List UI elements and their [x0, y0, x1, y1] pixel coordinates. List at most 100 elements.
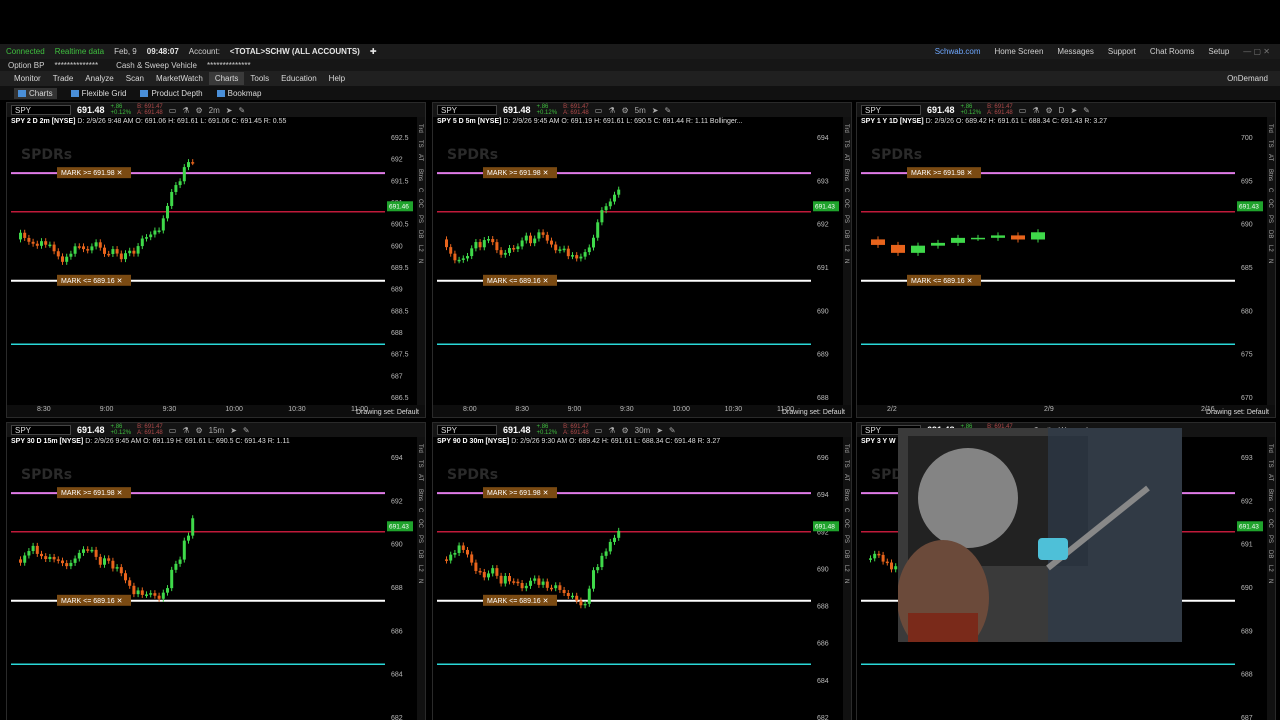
cursor-icon[interactable]: ➤ [230, 426, 237, 435]
side-button[interactable]: TS [843, 140, 849, 148]
price-alert-badge[interactable]: MARK <= 689.16 ✕ [57, 274, 131, 286]
side-button[interactable]: Trd [417, 124, 423, 133]
side-button[interactable]: TS [417, 460, 423, 468]
aggregation-selector[interactable]: D [1059, 106, 1065, 115]
price-plot[interactable]: 694 692 690 688 686 684 682 SPDRs MARK >= 691.98… [11, 449, 425, 720]
price-alert-badge[interactable]: MARK >= 691.98 ✕ [57, 167, 131, 179]
menu-tools[interactable]: Tools [244, 72, 275, 85]
side-button[interactable]: C [417, 508, 423, 512]
drawing-icon[interactable]: ✎ [1083, 106, 1090, 115]
symbol-input[interactable]: SPY [437, 105, 497, 115]
chart-type-icon[interactable]: ▭ [595, 106, 603, 115]
link-setup[interactable]: Setup [1208, 47, 1229, 56]
cursor-icon[interactable]: ➤ [656, 426, 663, 435]
side-button[interactable]: Btns [417, 169, 423, 181]
side-button[interactable]: PS [843, 535, 849, 543]
account-selector[interactable]: <TOTAL>SCHW (ALL ACCOUNTS) [230, 47, 360, 56]
link-schwab[interactable]: Schwab.com [935, 47, 981, 56]
settings-icon[interactable]: ⚙ [1045, 106, 1052, 115]
price-alert-badge[interactable]: MARK >= 691.98 ✕ [483, 167, 557, 179]
price-plot[interactable]: 694 693 692 691 690 689 688 SPDRs MARK >= 691.98… [437, 129, 851, 405]
side-button[interactable]: L2 [1267, 245, 1273, 252]
side-button[interactable]: L2 [417, 565, 423, 572]
side-button[interactable]: N [1267, 579, 1273, 583]
settings-icon[interactable]: ⚙ [195, 106, 202, 115]
side-button[interactable]: OC [1267, 199, 1273, 208]
drawing-icon[interactable]: ✎ [243, 426, 250, 435]
add-icon[interactable]: ✚ [370, 47, 377, 56]
price-alert-badge[interactable]: MARK >= 691.98 ✕ [57, 487, 131, 499]
side-button[interactable]: Trd [843, 444, 849, 453]
price-plot[interactable]: 700 695 690 685 680 675 670 SPDRs MARK >= 691.98… [861, 129, 1275, 405]
symbol-input[interactable]: SPY [437, 425, 497, 435]
menu-scan[interactable]: Scan [120, 72, 150, 85]
side-button[interactable]: AT [1267, 474, 1273, 481]
chart-panel[interactable]: SPY 691.48 +.86+0.12% B: 691.47A: 691.48… [432, 102, 852, 418]
symbol-input[interactable]: SPY [11, 425, 71, 435]
side-button[interactable]: AT [1267, 154, 1273, 161]
side-button[interactable]: L2 [843, 565, 849, 572]
side-button[interactable]: N [843, 259, 849, 263]
side-button[interactable]: C [843, 188, 849, 192]
link-messages[interactable]: Messages [1057, 47, 1093, 56]
side-button[interactable]: N [417, 259, 423, 263]
side-button[interactable]: AT [417, 154, 423, 161]
side-button[interactable]: Btns [1267, 489, 1273, 501]
link-home-screen[interactable]: Home Screen [994, 47, 1043, 56]
side-button[interactable]: PS [417, 535, 423, 543]
drawing-set-label[interactable]: Drawing set: Default [1206, 409, 1269, 416]
chart-type-icon[interactable]: ▭ [595, 426, 603, 435]
cursor-icon[interactable]: ➤ [1070, 106, 1077, 115]
side-button[interactable]: TS [1267, 460, 1273, 468]
side-button[interactable]: Btns [1267, 169, 1273, 181]
price-alert-badge[interactable]: MARK <= 689.16 ✕ [907, 274, 981, 286]
side-button[interactable]: DB [843, 550, 849, 558]
studies-icon[interactable]: ⚗ [182, 106, 189, 115]
side-button[interactable]: TS [843, 460, 849, 468]
price-alert-badge[interactable]: MARK <= 689.16 ✕ [483, 594, 557, 606]
price-plot[interactable]: 696694692690688686684682SPDRsMARK >= 691… [437, 449, 851, 720]
chart-type-icon[interactable]: ▭ [1019, 106, 1027, 115]
ondemand-button[interactable]: OnDemand [1227, 74, 1280, 83]
side-button[interactable]: DB [1267, 550, 1273, 558]
side-button[interactable]: N [1267, 259, 1273, 263]
side-button[interactable]: C [1267, 508, 1273, 512]
side-button[interactable]: PS [417, 215, 423, 223]
subtab-flexible-grid[interactable]: Flexible Grid [70, 89, 126, 98]
menu-education[interactable]: Education [275, 72, 323, 85]
drawing-icon[interactable]: ✎ [664, 106, 671, 115]
side-button[interactable]: AT [843, 154, 849, 161]
cursor-icon[interactable]: ➤ [652, 106, 659, 115]
side-button[interactable]: N [843, 579, 849, 583]
side-button[interactable]: Btns [417, 489, 423, 501]
menu-analyze[interactable]: Analyze [79, 72, 119, 85]
symbol-input[interactable]: SPY [861, 105, 921, 115]
link-chat-rooms[interactable]: Chat Rooms [1150, 47, 1194, 56]
subtab-charts[interactable]: Charts [14, 87, 57, 99]
side-button[interactable]: OC [417, 199, 423, 208]
studies-icon[interactable]: ⚗ [1032, 106, 1039, 115]
aggregation-selector[interactable]: 5m [635, 106, 646, 115]
side-button[interactable]: Trd [1267, 124, 1273, 133]
side-button[interactable]: Trd [417, 444, 423, 453]
aggregation-selector[interactable]: 15m [209, 426, 225, 435]
side-button[interactable]: PS [1267, 215, 1273, 223]
side-button[interactable]: TS [1267, 140, 1273, 148]
side-button[interactable]: DB [417, 550, 423, 558]
drawing-icon[interactable]: ✎ [669, 426, 676, 435]
price-plot[interactable]: 692.5692691.5691690.5690689.5689688.5688… [11, 129, 425, 405]
side-button[interactable]: DB [1267, 230, 1273, 238]
side-button[interactable]: Btns [843, 169, 849, 181]
menu-help[interactable]: Help [323, 72, 351, 85]
side-button[interactable]: Trd [1267, 444, 1273, 453]
side-button[interactable]: L2 [417, 245, 423, 252]
subtab-product-depth[interactable]: Product Depth [140, 89, 203, 98]
side-button[interactable]: OC [843, 519, 849, 528]
price-alert-badge[interactable]: MARK <= 689.16 ✕ [57, 594, 131, 606]
drawing-icon[interactable]: ✎ [238, 106, 245, 115]
side-button[interactable]: Btns [843, 489, 849, 501]
link-support[interactable]: Support [1108, 47, 1136, 56]
price-alert-badge[interactable]: MARK >= 691.98 ✕ [907, 167, 981, 179]
side-button[interactable]: OC [843, 199, 849, 208]
cursor-icon[interactable]: ➤ [226, 106, 233, 115]
